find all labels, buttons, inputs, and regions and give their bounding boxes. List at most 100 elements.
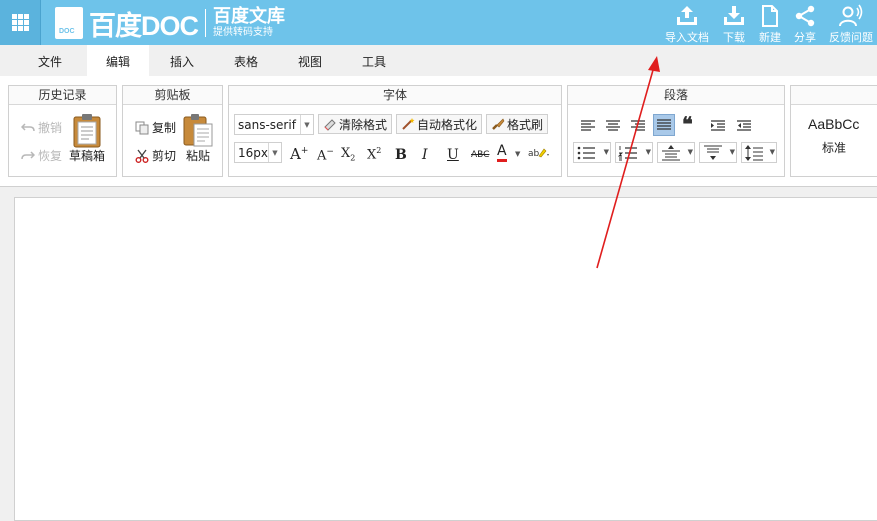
- top-bar: DOC 百度DOC 百度文库 提供转码支持 导入文档 下载 新建 分享 反馈问题: [0, 0, 877, 45]
- cut-button[interactable]: 剪切: [135, 147, 176, 164]
- strikethrough-button[interactable]: ABC: [471, 150, 489, 160]
- clipboard-icon: [73, 114, 101, 148]
- copy-button[interactable]: 复制: [135, 119, 176, 136]
- chevron-down-icon: ▼: [300, 115, 313, 134]
- header-actions: 导入文档 下载 新建 分享 反馈问题: [659, 0, 877, 45]
- numbered-list-icon: [618, 146, 637, 161]
- document-page[interactable]: [14, 197, 877, 521]
- font-color-button[interactable]: A: [497, 144, 507, 162]
- tab-insert[interactable]: 插入: [152, 45, 212, 76]
- highlight-button[interactable]: ab: [528, 146, 550, 163]
- paragraph-group: 段落 ❝ ▼ ▼ ▼ ▼ ▼: [567, 85, 785, 177]
- superscript-glyph: X: [367, 147, 377, 163]
- paragraph-spacing-after-button[interactable]: ▼: [699, 142, 737, 163]
- chevron-down-icon: ▼: [645, 148, 651, 156]
- paragraph-spacing-before-button[interactable]: ▼: [657, 142, 695, 163]
- undo-icon: [21, 122, 35, 131]
- tab-file[interactable]: 文件: [20, 45, 80, 76]
- tab-table[interactable]: 表格: [216, 45, 276, 76]
- blockquote-icon[interactable]: ❝: [682, 112, 693, 136]
- align-justify-button[interactable]: [653, 114, 675, 136]
- styles-group-header: [791, 86, 877, 105]
- product-brand: 百度文库 提供转码支持: [213, 7, 285, 39]
- paste-label: 粘贴: [185, 149, 210, 163]
- download-button[interactable]: 下载: [715, 0, 753, 45]
- increase-font-size-glyph: A: [290, 145, 301, 163]
- italic-button[interactable]: I: [422, 147, 428, 163]
- bullet-list-icon: [577, 146, 595, 160]
- font-family-select[interactable]: sans-serif ▼: [234, 114, 314, 135]
- clear-format-label: 清除格式: [339, 117, 388, 132]
- redo-icon: [21, 150, 35, 159]
- tab-edit[interactable]: 编辑: [87, 45, 149, 76]
- styles-group: AaBbCc 标准: [790, 85, 877, 177]
- history-group: 历史记录 撤销 恢复 草稿箱: [8, 85, 117, 177]
- outdent-icon[interactable]: [736, 119, 752, 133]
- eraser-icon: [324, 119, 336, 131]
- logo-name: 百度DOC: [89, 10, 199, 41]
- import-label: 导入文档: [665, 31, 709, 44]
- highlighter-icon: ab: [528, 148, 549, 159]
- auto-format-button[interactable]: 自动格式化: [396, 114, 482, 134]
- bullet-list-button[interactable]: ▼: [573, 142, 611, 163]
- new-file-icon: [762, 5, 778, 27]
- line-height-button[interactable]: ▼: [741, 142, 777, 163]
- app-grid-button[interactable]: [0, 0, 41, 45]
- chevron-down-icon: ▼: [687, 148, 693, 156]
- align-left-icon[interactable]: [580, 119, 596, 133]
- product-title: 百度文库: [213, 6, 285, 27]
- format-painter-button[interactable]: 格式刷: [486, 114, 548, 134]
- clear-format-button[interactable]: 清除格式: [318, 114, 392, 134]
- copy-icon: [135, 121, 149, 134]
- bold-button[interactable]: B: [395, 147, 407, 163]
- product-tagline: 提供转码支持: [213, 27, 273, 38]
- align-center-icon[interactable]: [605, 119, 621, 133]
- share-label: 分享: [794, 31, 816, 44]
- redo-label: 恢复: [38, 149, 63, 163]
- redo-button[interactable]: 恢复: [21, 147, 62, 164]
- subscript-button[interactable]: X2: [341, 146, 355, 163]
- import-button[interactable]: 导入文档: [659, 0, 715, 45]
- subscript-mark: 2: [350, 153, 356, 163]
- clipboard-group: 剪贴板 复制 剪切 粘贴: [122, 85, 223, 177]
- cut-label: 剪切: [152, 149, 177, 163]
- scissors-icon: [135, 149, 149, 163]
- feedback-button[interactable]: 反馈问题: [823, 0, 877, 45]
- share-icon: [795, 5, 815, 27]
- tab-tools[interactable]: 工具: [344, 45, 404, 76]
- spacing-after-icon: [704, 145, 722, 160]
- decrease-font-size-glyph: A: [317, 148, 327, 164]
- decrease-font-size-button[interactable]: A−: [317, 147, 334, 163]
- superscript-button[interactable]: X2: [367, 146, 381, 162]
- tab-view[interactable]: 视图: [280, 45, 340, 76]
- logo[interactable]: DOC 百度DOC 百度文库 提供转码支持: [55, 6, 285, 41]
- underline-button[interactable]: U: [447, 147, 459, 163]
- paragraph-group-title: 段落: [568, 86, 784, 105]
- undo-button[interactable]: 撤销: [21, 119, 62, 136]
- font-size-select[interactable]: 16px ▼: [234, 142, 282, 163]
- new-label: 新建: [759, 31, 781, 44]
- chevron-down-icon: ▼: [729, 148, 735, 156]
- font-size-value: 16px: [238, 145, 268, 160]
- font-color-glyph: A: [497, 143, 507, 159]
- history-group-title: 历史记录: [9, 86, 116, 105]
- style-sample[interactable]: AaBbCc: [808, 116, 859, 132]
- format-painter-label: 格式刷: [507, 117, 544, 132]
- feedback-label: 反馈问题: [829, 31, 873, 44]
- brush-icon: [492, 118, 505, 130]
- clipboard-group-title: 剪贴板: [123, 86, 222, 105]
- numbered-list-button[interactable]: ▼: [615, 142, 653, 163]
- indent-icon[interactable]: [710, 119, 726, 133]
- drafts-button[interactable]: 草稿箱: [69, 112, 105, 164]
- style-normal-label[interactable]: 标准: [822, 139, 846, 156]
- spacing-before-icon: [662, 145, 680, 161]
- paste-button[interactable]: 粘贴: [182, 112, 214, 164]
- increase-font-size-button[interactable]: A+: [290, 145, 308, 163]
- share-button[interactable]: 分享: [787, 0, 823, 45]
- editor-area: [0, 187, 877, 521]
- chevron-down-icon: ▼: [268, 143, 281, 162]
- new-button[interactable]: 新建: [753, 0, 787, 45]
- magic-wand-icon: [402, 118, 415, 130]
- chevron-down-icon[interactable]: ▼: [515, 150, 520, 158]
- align-right-icon[interactable]: [630, 119, 646, 133]
